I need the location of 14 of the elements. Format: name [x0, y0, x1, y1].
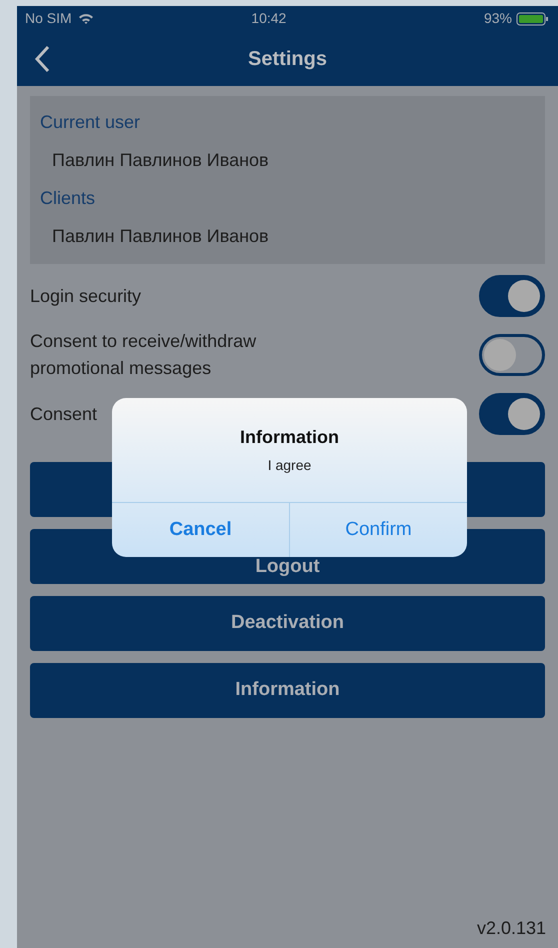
screen-title: Settings	[248, 46, 327, 72]
user-name: Павлин Павлинов Иванов	[51, 148, 270, 172]
section-heading: Clients	[40, 186, 96, 210]
toggle-label: Login security	[30, 284, 142, 308]
toggle-label: Consent	[30, 402, 98, 426]
section-heading: Current user	[40, 110, 142, 134]
clock-text: 10:42	[250, 9, 288, 28]
carrier-text: No SIM	[25, 9, 72, 28]
toggle-label: Consent to receive/withdraw promotional messages	[30, 330, 258, 380]
battery-text: 93%	[484, 9, 512, 28]
dialog-title: Information	[240, 426, 339, 449]
dialog-message: I agree	[268, 456, 312, 475]
version-text: v2.0.131	[476, 917, 546, 940]
user-name: Павлин Павлинов Иванов	[51, 224, 270, 248]
